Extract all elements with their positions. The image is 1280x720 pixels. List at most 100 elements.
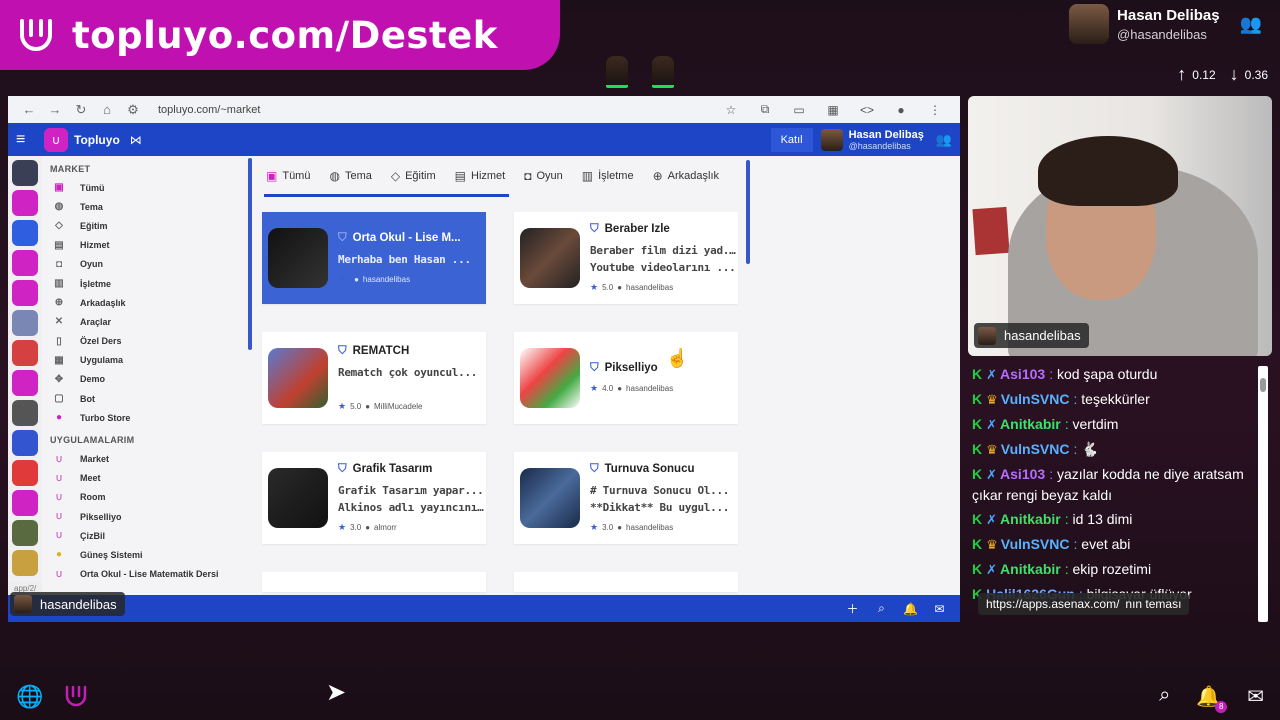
sidebar-item-tema[interactable]: ◍ Tema [42,197,242,216]
market-card[interactable]: ⛉ Beraber İzle Beraber film dizi yad... Yo… [514,212,738,304]
add-icon[interactable]: ＋ [838,600,867,617]
chat-username[interactable]: Asi103 [1000,366,1045,382]
server-icon[interactable] [12,340,38,366]
market-card[interactable]: ⛉ REMATCH Rematch çok oyuncul... ★ 5.0 ● Mil… [262,332,486,424]
market-main: ▣ Tümü ◍ Tema ◇ Eğitim ▤ Hizmet ◘ Oyun ▥ İşlet… [254,156,784,595]
tab-tumu[interactable]: ▣ Tümü [266,169,310,183]
sidebar-app-gunes-sistemi[interactable]: ● Güneş Sistemi [42,545,242,564]
chat-username[interactable]: VulnSVNC [1001,391,1070,407]
search-icon[interactable]: ⌕ [867,601,896,616]
address-bar[interactable]: topluyo.com/~market [158,104,714,116]
group-icon[interactable]: 👥 [1240,14,1262,35]
sidebar-app-market[interactable]: ∪ Market [42,449,242,468]
chat-username[interactable]: Anitkabir [1000,561,1061,577]
participant-avatar[interactable] [652,56,674,88]
tab-tema[interactable]: ◍ Tema [329,169,371,183]
join-button[interactable]: Katıl [770,127,813,152]
server-icon[interactable] [12,190,38,216]
server-icon[interactable] [12,370,38,396]
hamburger-menu-icon[interactable]: ≡ [16,131,44,149]
sidebar-item-oyun[interactable]: ◘ Oyun [42,255,242,274]
sidebar-item-isletme[interactable]: ▥ İşletme [42,274,242,293]
current-user[interactable]: Hasan Delibaş @hasandelibas 👥 [1069,4,1262,44]
mail-icon[interactable]: ✉ [925,602,954,616]
sidebar-item-egitim[interactable]: ◇ Eğitim [42,216,242,235]
server-icon[interactable] [12,460,38,486]
tab-egitim[interactable]: ◇ Eğitim [391,169,436,183]
sidebar-item-arkadaslik[interactable]: ⊕ Arkadaşlık [42,293,242,312]
content-scrollbar[interactable] [746,160,750,264]
back-icon[interactable]: ← [16,102,42,117]
sidebar-item-turbo-store[interactable]: ● Turbo Store [42,408,242,427]
search-icon[interactable]: ⌕ [1159,684,1170,709]
market-card[interactable]: ⛉ Turnuva Sonucu # Turnuva Sonucu Ol... **… [514,452,738,544]
bag-icon: ▣ [54,182,64,194]
server-icon[interactable] [12,430,38,456]
sidebar-item-label: Arkadaşlık [80,297,126,308]
add-server-icon[interactable] [12,220,38,246]
home-icon[interactable] [12,160,38,186]
home-icon[interactable]: ⌂ [94,102,120,117]
tab-oyun[interactable]: ◘ Oyun [524,169,563,183]
chat-username[interactable]: Asi103 [1000,466,1045,482]
server-icon[interactable] [12,490,38,516]
site-info-icon[interactable]: ⚙ [120,102,146,118]
sidebar-item-hizmet[interactable]: ▤ Hizmet [42,236,242,255]
server-icon[interactable] [12,280,38,306]
bell-icon[interactable]: 🔔 [896,602,925,616]
extensions-icon[interactable]: ⧉ [748,102,782,117]
devtools-icon[interactable]: <> [850,103,884,117]
sidebar-item-bot[interactable]: ▢ Bot [42,389,242,408]
server-icon[interactable] [12,310,38,336]
group-icon[interactable]: 👥 [936,132,952,148]
sidebar-app-meet[interactable]: ∪ Meet [42,469,242,488]
server-icon[interactable] [12,400,38,426]
sidebar-app-pikselliyo[interactable]: ∪ Pikselliyo [42,507,242,526]
globe-icon[interactable]: 🌐 [16,684,43,710]
card-title: ⛉ Orta Okul - Lise M... [338,232,486,245]
profile-icon[interactable]: ● [884,103,918,117]
tab-arkadaslik[interactable]: ⊕ Arkadaşlık [653,169,719,183]
sidebar-scrollbar[interactable] [248,158,252,350]
mail-icon[interactable]: ✉ [1247,684,1264,709]
chat-username[interactable]: VulnSVNC [1001,536,1070,552]
kick-badge-icon: K [972,391,983,407]
topluyo-logo-icon[interactable] [62,682,90,710]
sidebar-app-orta-okul[interactable]: ∪ Orta Okul - Lise Matematik Dersi [42,565,242,584]
market-card[interactable] [262,572,486,592]
kebab-menu-icon[interactable]: ⋮ [918,103,952,117]
tab-scroll-indicator[interactable] [264,194,509,197]
cast-icon[interactable]: ▭ [782,103,816,117]
market-card[interactable] [514,572,738,592]
apps-icon[interactable]: ▦ [816,103,850,117]
tab-hizmet[interactable]: ▤ Hizmet [455,169,506,183]
sidebar-item-ozel-ders[interactable]: ▯ Özel Ders [42,332,242,351]
bell-icon[interactable]: 🔔 8 [1196,684,1228,713]
topluyo-logo-icon[interactable]: ∪ [44,127,68,152]
chat-scrollbar[interactable] [1258,366,1268,622]
participant-avatar[interactable] [606,56,628,88]
chat-username[interactable]: Anitkabir [1000,416,1061,432]
sidebar-app-room[interactable]: ∪ Room [42,488,242,507]
sidebar-item-araclar[interactable]: ✕ Araçlar [42,312,242,331]
bookmark-star-icon[interactable]: ☆ [714,103,748,117]
sidebar-item-uygulama[interactable]: ▦ Uygulama [42,351,242,370]
sidebar-app-cizbil[interactable]: ∪ ÇizBil [42,526,242,545]
sidebar-item-demo[interactable]: ✥ Demo [42,370,242,389]
market-card[interactable]: ⛉ Grafik Tasarım Grafik Tasarım yapar... A… [262,452,486,544]
sidebar-item-label: Turbo Store [80,412,131,423]
server-icon[interactable] [12,520,38,546]
market-card[interactable]: ⛉ Pikselliyo ★ 4.0 ● hasandelibas [514,332,738,424]
market-card[interactable]: ⛉ Orta Okul - Lise M... Merhaba ben Hasan… [262,212,486,304]
header-user[interactable]: Hasan Delibaş @hasandelibas 👥 [820,128,952,151]
chat-username[interactable]: Anitkabir [1000,511,1061,527]
server-icon[interactable] [12,250,38,276]
chat-username[interactable]: VulnSVNC [1001,441,1070,457]
reload-icon[interactable]: ↻ [68,102,94,118]
dock-right: ⌕ 🔔 8 ✉ [1159,684,1264,713]
forward-icon[interactable]: → [42,102,68,117]
tab-isletme[interactable]: ▥ İşletme [582,169,634,183]
share-icon[interactable]: ⋈ [130,133,142,147]
sidebar-item-tumu[interactable]: ▣ Tümü [42,178,242,197]
server-icon[interactable] [12,550,38,576]
